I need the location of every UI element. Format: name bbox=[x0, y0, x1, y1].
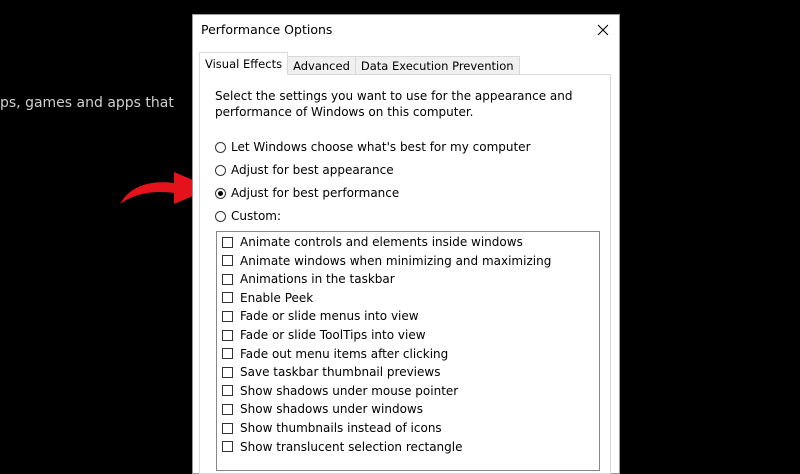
checkbox[interactable] bbox=[222, 441, 233, 453]
radio-button[interactable] bbox=[215, 164, 226, 176]
checkbox[interactable] bbox=[222, 385, 233, 397]
effect-enable-peek[interactable]: Enable Peek bbox=[222, 289, 313, 307]
checkbox[interactable] bbox=[222, 292, 233, 304]
radio-button-selected[interactable] bbox=[215, 187, 226, 199]
checkbox[interactable] bbox=[222, 403, 233, 415]
radio-label: Adjust for best performance bbox=[231, 186, 400, 200]
effect-label: Animations in the taskbar bbox=[240, 272, 395, 287]
visual-effects-panel: Select the settings you want to use for … bbox=[199, 74, 611, 474]
effect-label: Fade out menu items after clicking bbox=[240, 346, 449, 361]
tab-advanced[interactable]: Advanced bbox=[287, 56, 356, 75]
effect-animate-windows[interactable]: Animate windows when minimizing and maxi… bbox=[222, 252, 551, 270]
effect-label: Show thumbnails instead of icons bbox=[240, 421, 442, 435]
effect-label: Show translucent selection rectangle bbox=[240, 439, 463, 454]
close-button[interactable] bbox=[587, 15, 619, 45]
tab-strip: Visual Effects Advanced Data Execution P… bbox=[199, 52, 520, 75]
effect-translucent-selection[interactable]: Show translucent selection rectangle bbox=[222, 438, 463, 456]
effect-label: Enable Peek bbox=[240, 290, 314, 305]
checkbox[interactable] bbox=[222, 236, 233, 248]
effects-list[interactable]: Animate controls and elements inside win… bbox=[216, 231, 600, 471]
effect-label: Fade or slide ToolTips into view bbox=[240, 328, 426, 342]
checkbox[interactable] bbox=[222, 255, 233, 267]
checkbox[interactable] bbox=[222, 329, 233, 341]
effect-fade-tooltips[interactable]: Fade or slide ToolTips into view bbox=[222, 326, 426, 344]
radio-best-appearance[interactable]: Adjust for best appearance bbox=[215, 161, 394, 179]
close-icon bbox=[597, 24, 609, 36]
radio-custom[interactable]: Custom: bbox=[215, 207, 281, 225]
checkbox[interactable] bbox=[222, 348, 233, 360]
effect-label: Fade or slide menus into view bbox=[240, 309, 419, 324]
title-bar[interactable]: Performance Options bbox=[193, 15, 619, 45]
effect-label: Show shadows under mouse pointer bbox=[240, 383, 459, 398]
radio-label: Custom: bbox=[231, 209, 282, 223]
checkbox[interactable] bbox=[222, 273, 233, 285]
performance-options-dialog: Performance Options Visual Effects Advan… bbox=[192, 14, 620, 474]
radio-label: Let Windows choose what's best for my co… bbox=[231, 140, 531, 154]
radio-label: Adjust for best appearance bbox=[231, 163, 394, 177]
tab-visual-effects[interactable]: Visual Effects bbox=[199, 52, 289, 75]
background-app-text: ps, games and apps that bbox=[0, 95, 174, 111]
effect-label: Animate windows when minimizing and maxi… bbox=[240, 253, 552, 268]
effect-fade-menu-items[interactable]: Fade out menu items after clicking bbox=[222, 345, 448, 363]
effect-taskbar-animations[interactable]: Animations in the taskbar bbox=[222, 270, 395, 288]
effect-label: Show shadows under windows bbox=[240, 402, 423, 417]
checkbox[interactable] bbox=[222, 310, 233, 322]
checkbox[interactable] bbox=[222, 366, 233, 378]
effect-window-shadows[interactable]: Show shadows under windows bbox=[222, 400, 423, 418]
radio-let-windows-choose[interactable]: Let Windows choose what's best for my co… bbox=[215, 138, 531, 156]
panel-description: Select the settings you want to use for … bbox=[215, 89, 573, 119]
radio-best-performance[interactable]: Adjust for best performance bbox=[215, 184, 399, 202]
effect-taskbar-thumbnails[interactable]: Save taskbar thumbnail previews bbox=[222, 363, 440, 381]
effect-pointer-shadows[interactable]: Show shadows under mouse pointer bbox=[222, 382, 458, 400]
effect-animate-controls[interactable]: Animate controls and elements inside win… bbox=[222, 233, 523, 251]
tab-data-execution-prevention[interactable]: Data Execution Prevention bbox=[354, 56, 520, 75]
effect-fade-menus[interactable]: Fade or slide menus into view bbox=[222, 307, 419, 325]
checkbox[interactable] bbox=[222, 422, 233, 434]
effect-thumbnails-instead-of-icons[interactable]: Show thumbnails instead of icons bbox=[222, 419, 442, 437]
radio-button[interactable] bbox=[215, 141, 226, 153]
dialog-title: Performance Options bbox=[201, 22, 333, 37]
effect-label: Save taskbar thumbnail previews bbox=[240, 365, 441, 380]
effect-label: Animate controls and elements inside win… bbox=[240, 235, 523, 249]
radio-button[interactable] bbox=[215, 210, 226, 222]
radio-dot-icon bbox=[218, 190, 223, 196]
